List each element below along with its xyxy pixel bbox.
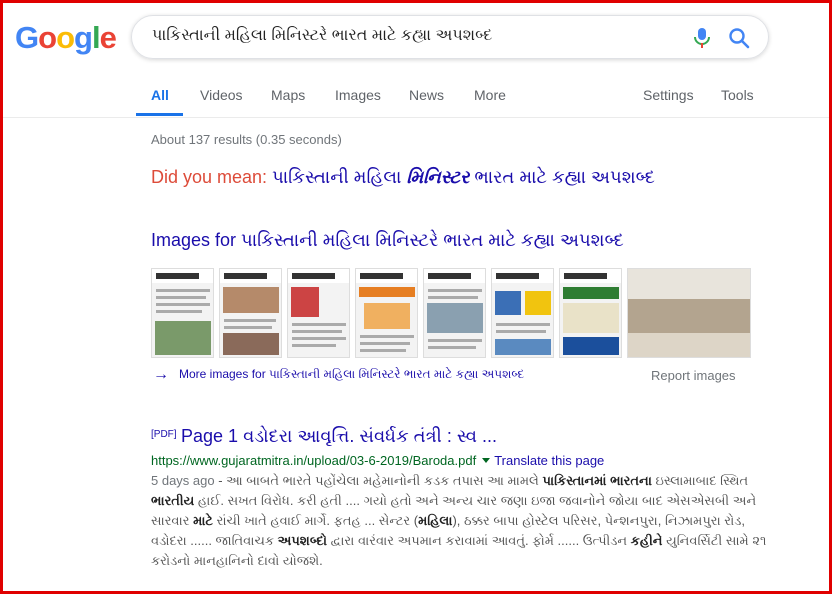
tools-link[interactable]: Tools bbox=[721, 87, 754, 103]
image-thumbnail[interactable] bbox=[151, 268, 214, 358]
image-thumbnail[interactable] bbox=[559, 268, 622, 358]
image-thumbnail[interactable] bbox=[219, 268, 282, 358]
image-thumbnail[interactable] bbox=[491, 268, 554, 358]
settings-link[interactable]: Settings bbox=[643, 87, 694, 103]
tabs-divider bbox=[0, 117, 832, 118]
result-url: https://www.gujaratmitra.in/upload/03-6-… bbox=[151, 453, 477, 468]
image-thumbnail[interactable] bbox=[423, 268, 486, 358]
tab-videos[interactable]: Videos bbox=[200, 87, 243, 103]
tab-images[interactable]: Images bbox=[335, 87, 381, 103]
tab-maps[interactable]: Maps bbox=[271, 87, 305, 103]
image-thumbnail[interactable] bbox=[627, 268, 751, 358]
result-url-row: https://www.gujaratmitra.in/upload/03-6-… bbox=[151, 453, 604, 468]
search-result: [PDF] Page 1 વડોદરા આવૃત્તિ. સંવર્ધક તંત… bbox=[151, 426, 791, 568]
search-tabs: All Videos Maps Images News More Setting… bbox=[0, 87, 832, 117]
more-images-link[interactable]: → More images for પાકિસ્તાની મહિલા મિનિસ્… bbox=[153, 366, 524, 384]
search-input[interactable]: પાકિસ્તાની મહિલા મિનિસ્ટરે ભારત માટે કહ્… bbox=[152, 27, 492, 45]
arrow-right-icon: → bbox=[153, 366, 169, 383]
tab-all[interactable]: All bbox=[151, 87, 169, 103]
tab-news[interactable]: News bbox=[409, 87, 444, 103]
result-stats: About 137 results (0.35 seconds) bbox=[151, 132, 342, 147]
did-you-mean-link[interactable]: પાકિસ્તાની મહિલા મિનિસ્ટર ભારત માટે કહ્ય… bbox=[272, 167, 655, 187]
translate-link[interactable]: Translate this page bbox=[494, 453, 604, 468]
pdf-badge: [PDF] bbox=[151, 429, 177, 440]
result-title[interactable]: Page 1 વડોદરા આવૃત્તિ. સંવર્ધક તંત્રી : … bbox=[181, 426, 497, 446]
did-you-mean: Did you mean: પાકિસ્તાની મહિલા મિનિસ્ટર … bbox=[151, 167, 655, 188]
tab-more[interactable]: More bbox=[474, 87, 506, 103]
google-logo[interactable]: Google bbox=[15, 20, 117, 56]
image-thumbnail[interactable] bbox=[287, 268, 350, 358]
microphone-icon[interactable] bbox=[692, 27, 712, 49]
dropdown-arrow-icon[interactable] bbox=[482, 458, 491, 463]
images-heading[interactable]: Images for પાકિસ્તાની મહિલા મિનિસ્ટરે ભા… bbox=[151, 230, 624, 251]
did-you-mean-label: Did you mean: bbox=[151, 167, 268, 187]
search-box[interactable]: પાકિસ્તાની મહિલા મિનિસ્ટરે ભારત માટે કહ્… bbox=[131, 15, 769, 59]
search-icon[interactable] bbox=[728, 27, 750, 49]
image-thumbnails bbox=[151, 268, 751, 358]
active-tab-indicator bbox=[136, 113, 183, 116]
image-thumbnail[interactable] bbox=[355, 268, 418, 358]
result-snippet: 5 days ago - આ બાબતે ભારતે પહોંચેલા મહેમ… bbox=[151, 473, 767, 568]
report-images-link[interactable]: Report images bbox=[651, 368, 736, 383]
